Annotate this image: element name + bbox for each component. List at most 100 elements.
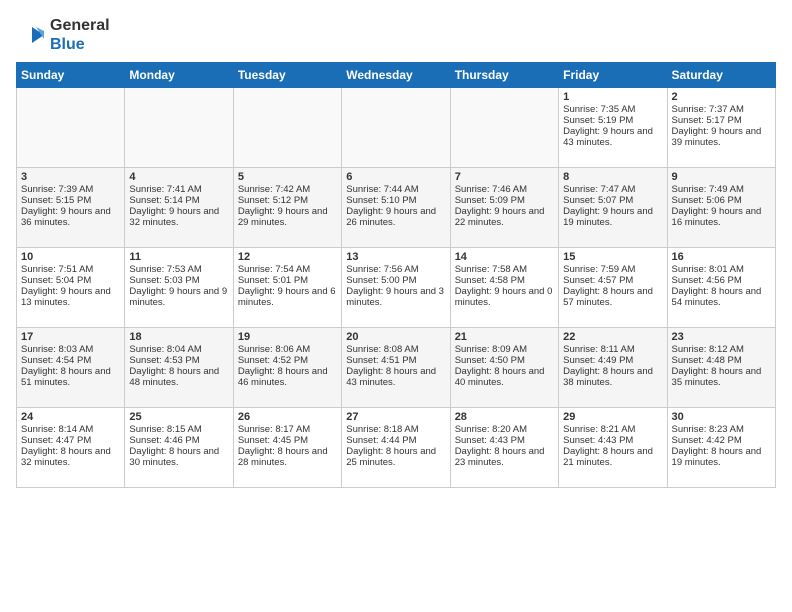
day-info: Daylight: 8 hours and 54 minutes.: [672, 286, 771, 308]
day-number: 21: [455, 331, 554, 343]
day-info: Sunset: 5:14 PM: [129, 195, 228, 206]
day-cell: 23Sunrise: 8:12 AMSunset: 4:48 PMDayligh…: [667, 328, 775, 408]
day-info: Sunset: 4:50 PM: [455, 355, 554, 366]
day-cell: 8Sunrise: 7:47 AMSunset: 5:07 PMDaylight…: [559, 168, 667, 248]
header: General Blue: [16, 12, 776, 54]
day-info: Daylight: 8 hours and 28 minutes.: [238, 446, 337, 468]
weekday-header-monday: Monday: [125, 63, 233, 88]
day-cell: 2Sunrise: 7:37 AMSunset: 5:17 PMDaylight…: [667, 88, 775, 168]
day-info: Sunset: 5:01 PM: [238, 275, 337, 286]
day-cell: 3Sunrise: 7:39 AMSunset: 5:15 PMDaylight…: [17, 168, 125, 248]
day-number: 12: [238, 251, 337, 263]
day-number: 26: [238, 411, 337, 423]
day-number: 15: [563, 251, 662, 263]
day-info: Sunset: 4:44 PM: [346, 435, 445, 446]
day-info: Sunrise: 8:03 AM: [21, 344, 120, 355]
day-number: 19: [238, 331, 337, 343]
day-info: Sunset: 4:53 PM: [129, 355, 228, 366]
day-info: Sunrise: 8:04 AM: [129, 344, 228, 355]
week-row-5: 24Sunrise: 8:14 AMSunset: 4:47 PMDayligh…: [17, 408, 776, 488]
weekday-header-friday: Friday: [559, 63, 667, 88]
day-number: 27: [346, 411, 445, 423]
day-cell: [342, 88, 450, 168]
day-cell: 10Sunrise: 7:51 AMSunset: 5:04 PMDayligh…: [17, 248, 125, 328]
day-cell: 7Sunrise: 7:46 AMSunset: 5:09 PMDaylight…: [450, 168, 558, 248]
day-info: Daylight: 9 hours and 6 minutes.: [238, 286, 337, 308]
day-number: 10: [21, 251, 120, 263]
day-info: Sunset: 4:47 PM: [21, 435, 120, 446]
day-info: Daylight: 8 hours and 21 minutes.: [563, 446, 662, 468]
day-info: Sunset: 5:15 PM: [21, 195, 120, 206]
day-info: Sunset: 5:12 PM: [238, 195, 337, 206]
day-info: Sunrise: 7:44 AM: [346, 184, 445, 195]
day-info: Sunset: 5:06 PM: [672, 195, 771, 206]
day-info: Sunrise: 8:01 AM: [672, 264, 771, 275]
day-cell: 5Sunrise: 7:42 AMSunset: 5:12 PMDaylight…: [233, 168, 341, 248]
week-row-1: 1Sunrise: 7:35 AMSunset: 5:19 PMDaylight…: [17, 88, 776, 168]
day-cell: [125, 88, 233, 168]
day-info: Daylight: 9 hours and 16 minutes.: [672, 206, 771, 228]
day-info: Sunrise: 8:14 AM: [21, 424, 120, 435]
day-number: 28: [455, 411, 554, 423]
day-cell: 18Sunrise: 8:04 AMSunset: 4:53 PMDayligh…: [125, 328, 233, 408]
day-info: Sunrise: 8:08 AM: [346, 344, 445, 355]
day-info: Daylight: 8 hours and 51 minutes.: [21, 366, 120, 388]
day-number: 8: [563, 171, 662, 183]
header-row: SundayMondayTuesdayWednesdayThursdayFrid…: [17, 63, 776, 88]
day-info: Sunset: 5:10 PM: [346, 195, 445, 206]
day-info: Sunset: 4:58 PM: [455, 275, 554, 286]
day-number: 16: [672, 251, 771, 263]
day-info: Sunrise: 7:47 AM: [563, 184, 662, 195]
day-info: Sunrise: 7:42 AM: [238, 184, 337, 195]
day-number: 9: [672, 171, 771, 183]
day-cell: 29Sunrise: 8:21 AMSunset: 4:43 PMDayligh…: [559, 408, 667, 488]
day-number: 1: [563, 91, 662, 103]
day-cell: [450, 88, 558, 168]
day-info: Sunrise: 7:37 AM: [672, 104, 771, 115]
weekday-header-wednesday: Wednesday: [342, 63, 450, 88]
day-info: Sunset: 4:49 PM: [563, 355, 662, 366]
day-info: Daylight: 8 hours and 32 minutes.: [21, 446, 120, 468]
day-info: Sunrise: 7:58 AM: [455, 264, 554, 275]
calendar-table: SundayMondayTuesdayWednesdayThursdayFrid…: [16, 62, 776, 488]
weekday-header-tuesday: Tuesday: [233, 63, 341, 88]
day-info: Sunrise: 8:23 AM: [672, 424, 771, 435]
day-info: Daylight: 8 hours and 23 minutes.: [455, 446, 554, 468]
day-info: Sunrise: 7:51 AM: [21, 264, 120, 275]
day-info: Sunset: 4:56 PM: [672, 275, 771, 286]
day-number: 4: [129, 171, 228, 183]
day-info: Daylight: 8 hours and 38 minutes.: [563, 366, 662, 388]
day-info: Sunrise: 8:12 AM: [672, 344, 771, 355]
day-info: Daylight: 8 hours and 30 minutes.: [129, 446, 228, 468]
day-info: Daylight: 9 hours and 32 minutes.: [129, 206, 228, 228]
logo-icon: [16, 23, 46, 47]
day-number: 25: [129, 411, 228, 423]
day-cell: 22Sunrise: 8:11 AMSunset: 4:49 PMDayligh…: [559, 328, 667, 408]
weekday-header-saturday: Saturday: [667, 63, 775, 88]
day-number: 7: [455, 171, 554, 183]
day-number: 6: [346, 171, 445, 183]
logo: General Blue: [16, 16, 110, 54]
day-info: Sunset: 4:48 PM: [672, 355, 771, 366]
day-info: Daylight: 8 hours and 40 minutes.: [455, 366, 554, 388]
day-info: Sunrise: 7:59 AM: [563, 264, 662, 275]
day-cell: 24Sunrise: 8:14 AMSunset: 4:47 PMDayligh…: [17, 408, 125, 488]
day-info: Daylight: 8 hours and 48 minutes.: [129, 366, 228, 388]
day-cell: 30Sunrise: 8:23 AMSunset: 4:42 PMDayligh…: [667, 408, 775, 488]
day-info: Sunrise: 7:35 AM: [563, 104, 662, 115]
day-info: Daylight: 8 hours and 46 minutes.: [238, 366, 337, 388]
day-info: Sunrise: 7:41 AM: [129, 184, 228, 195]
day-info: Sunset: 4:46 PM: [129, 435, 228, 446]
day-info: Sunset: 5:00 PM: [346, 275, 445, 286]
day-cell: 1Sunrise: 7:35 AMSunset: 5:19 PMDaylight…: [559, 88, 667, 168]
day-info: Daylight: 9 hours and 43 minutes.: [563, 126, 662, 148]
day-cell: [233, 88, 341, 168]
day-cell: 6Sunrise: 7:44 AMSunset: 5:10 PMDaylight…: [342, 168, 450, 248]
week-row-2: 3Sunrise: 7:39 AMSunset: 5:15 PMDaylight…: [17, 168, 776, 248]
day-cell: 4Sunrise: 7:41 AMSunset: 5:14 PMDaylight…: [125, 168, 233, 248]
day-info: Daylight: 9 hours and 39 minutes.: [672, 126, 771, 148]
day-info: Sunset: 5:03 PM: [129, 275, 228, 286]
day-info: Sunrise: 7:54 AM: [238, 264, 337, 275]
day-number: 17: [21, 331, 120, 343]
day-cell: 27Sunrise: 8:18 AMSunset: 4:44 PMDayligh…: [342, 408, 450, 488]
